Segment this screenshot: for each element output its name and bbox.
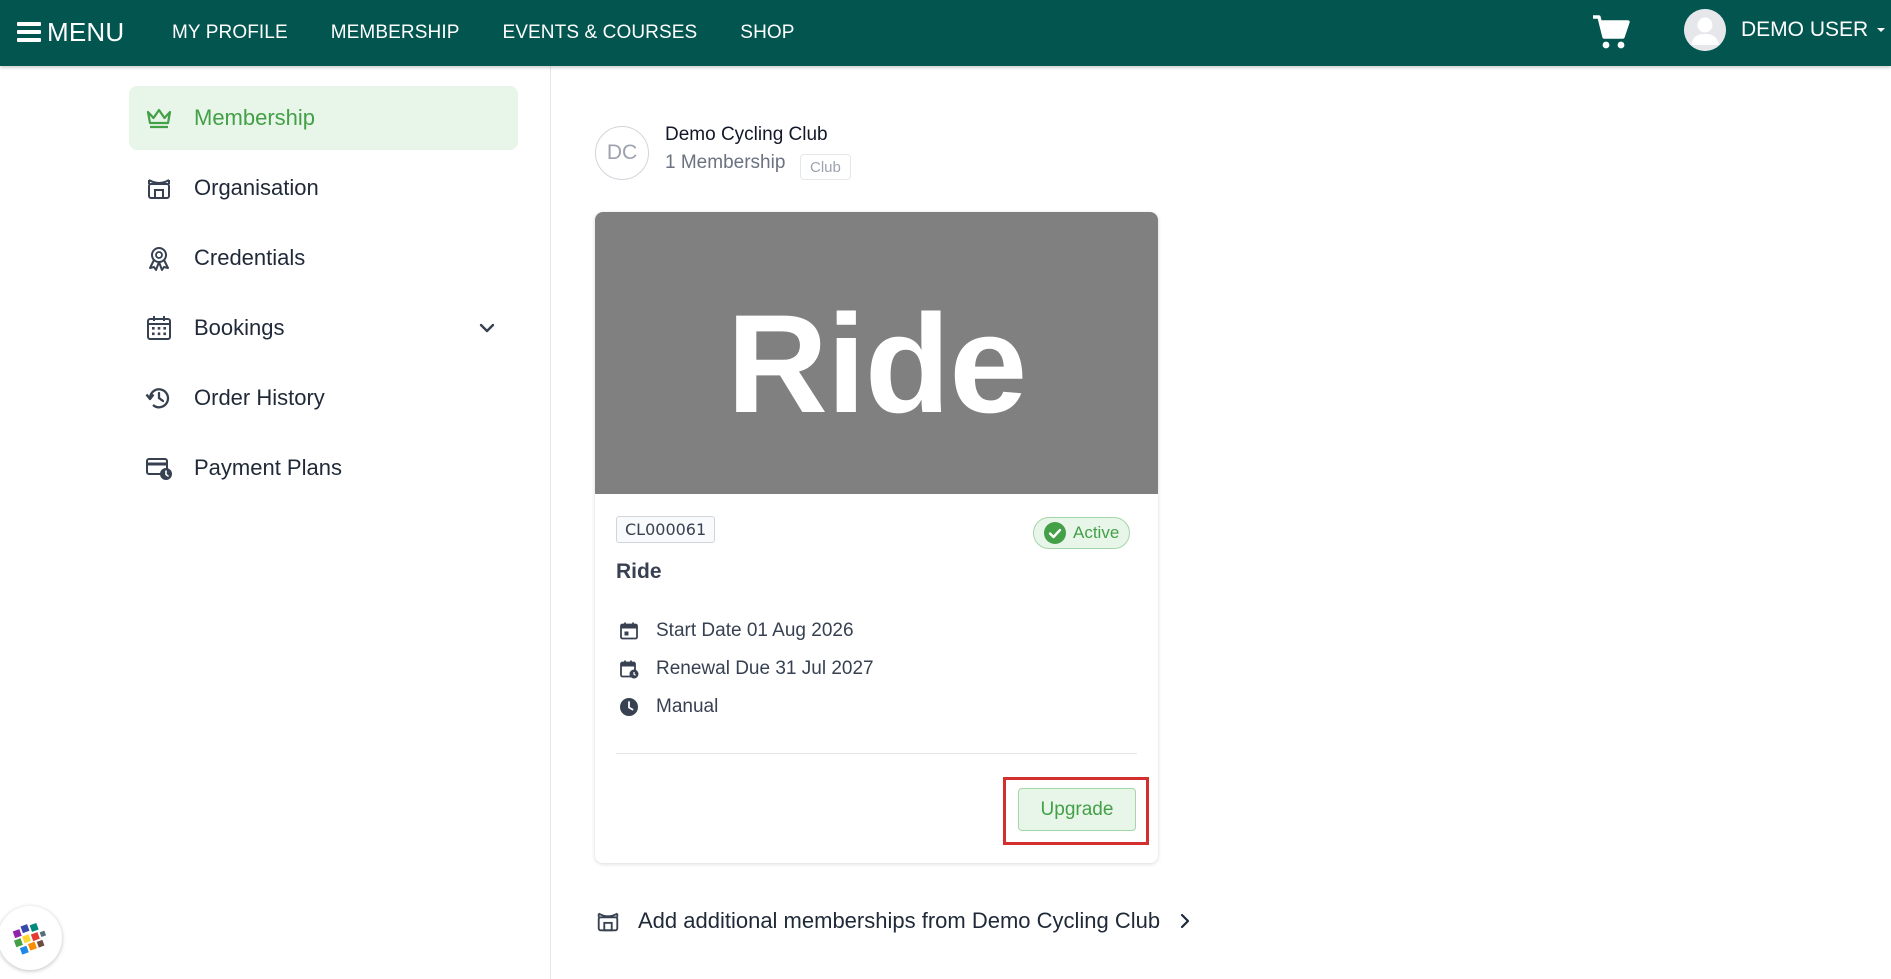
upgrade-button[interactable]: Upgrade [1018,788,1136,831]
nav-my-profile[interactable]: MY PROFILE [172,22,288,44]
hamburger-icon [17,22,41,42]
card-banner: Ride [595,212,1158,494]
clock-icon [620,698,638,716]
avatar [1684,9,1726,51]
chevron-down-icon[interactable] [476,317,498,339]
organisation-icon [148,179,170,199]
payment-plan-icon [146,458,172,480]
sidebar-item-label: Order History [194,385,325,410]
check-circle-icon [1044,522,1066,544]
calendar-clock-icon [620,660,639,679]
sidebar-item-order-history[interactable]: Order History [129,366,518,430]
calendar-icon [147,316,171,340]
sidebar-item-label: Credentials [194,245,306,270]
sidebar-item-membership[interactable]: Membership [129,86,518,150]
sidebar-item-label: Payment Plans [194,455,342,480]
card-divider [616,753,1137,754]
start-date-text: Start Date 01 Aug 2026 [656,620,854,641]
menu-label: MENU [47,16,125,47]
nav-events-courses[interactable]: EVENTS & COURSES [502,22,697,44]
top-navigation-bar: MENU MY PROFILE MEMBERSHIP EVENTS & COUR… [0,0,1891,66]
crown-icon [146,108,172,129]
user-avatar-icon [1684,9,1726,51]
sidebar-item-label: Organisation [194,175,319,200]
sidebar-item-payment-plans[interactable]: Payment Plans [129,436,518,500]
help-widget-button[interactable] [0,906,62,970]
app-logo-icon [12,922,47,955]
chevron-right-icon [1181,913,1190,929]
cart-icon[interactable] [1591,12,1631,52]
nav-shop[interactable]: SHOP [740,22,794,44]
sidebar: Membership Organisation Credentials Book… [0,66,551,979]
add-memberships-label: Add additional memberships from Demo Cyc… [638,908,1161,933]
status-text: Active [1073,523,1120,542]
caret-down-icon [1877,28,1886,32]
club-avatar: DC [595,126,649,180]
membership-title: Ride [616,560,662,583]
membership-code: CL000061 [616,516,716,543]
sidebar-item-credentials[interactable]: Credentials [129,226,518,290]
organisation-icon [597,912,619,932]
renewal-type-row: Manual [616,695,718,719]
sidebar-item-label: Bookings [194,315,285,340]
club-name: Demo Cycling Club [665,124,828,145]
sidebar-item-bookings[interactable]: Bookings [129,296,518,360]
user-name: DEMO USER [1741,18,1869,41]
renewal-date-text: Renewal Due 31 Jul 2027 [656,658,874,679]
award-icon [149,247,169,271]
membership-count: 1 Membership [665,152,786,173]
renewal-date-row: Renewal Due 31 Jul 2027 [616,657,874,681]
sidebar-item-label: Membership [194,105,316,130]
renewal-type-text: Manual [656,696,719,717]
add-memberships-link[interactable]: Add additional memberships from Demo Cyc… [595,906,1192,936]
user-menu[interactable]: DEMO USER [1684,8,1886,52]
menu-toggle-button[interactable]: MENU [17,14,124,50]
banner-text: Ride [726,285,1027,442]
main-nav: MY PROFILE MEMBERSHIP EVENTS & COURSES S… [172,0,795,66]
sidebar-item-organisation[interactable]: Organisation [129,156,518,220]
history-icon [145,388,170,409]
nav-membership[interactable]: MEMBERSHIP [331,22,460,44]
status-badge: Active [1033,517,1131,549]
calendar-start-icon [620,622,638,640]
membership-card: Ride CL000061 Active Ride Start Date 01 … [595,212,1158,863]
club-tag: Club [800,154,851,180]
start-date-row: Start Date 01 Aug 2026 [616,619,854,643]
